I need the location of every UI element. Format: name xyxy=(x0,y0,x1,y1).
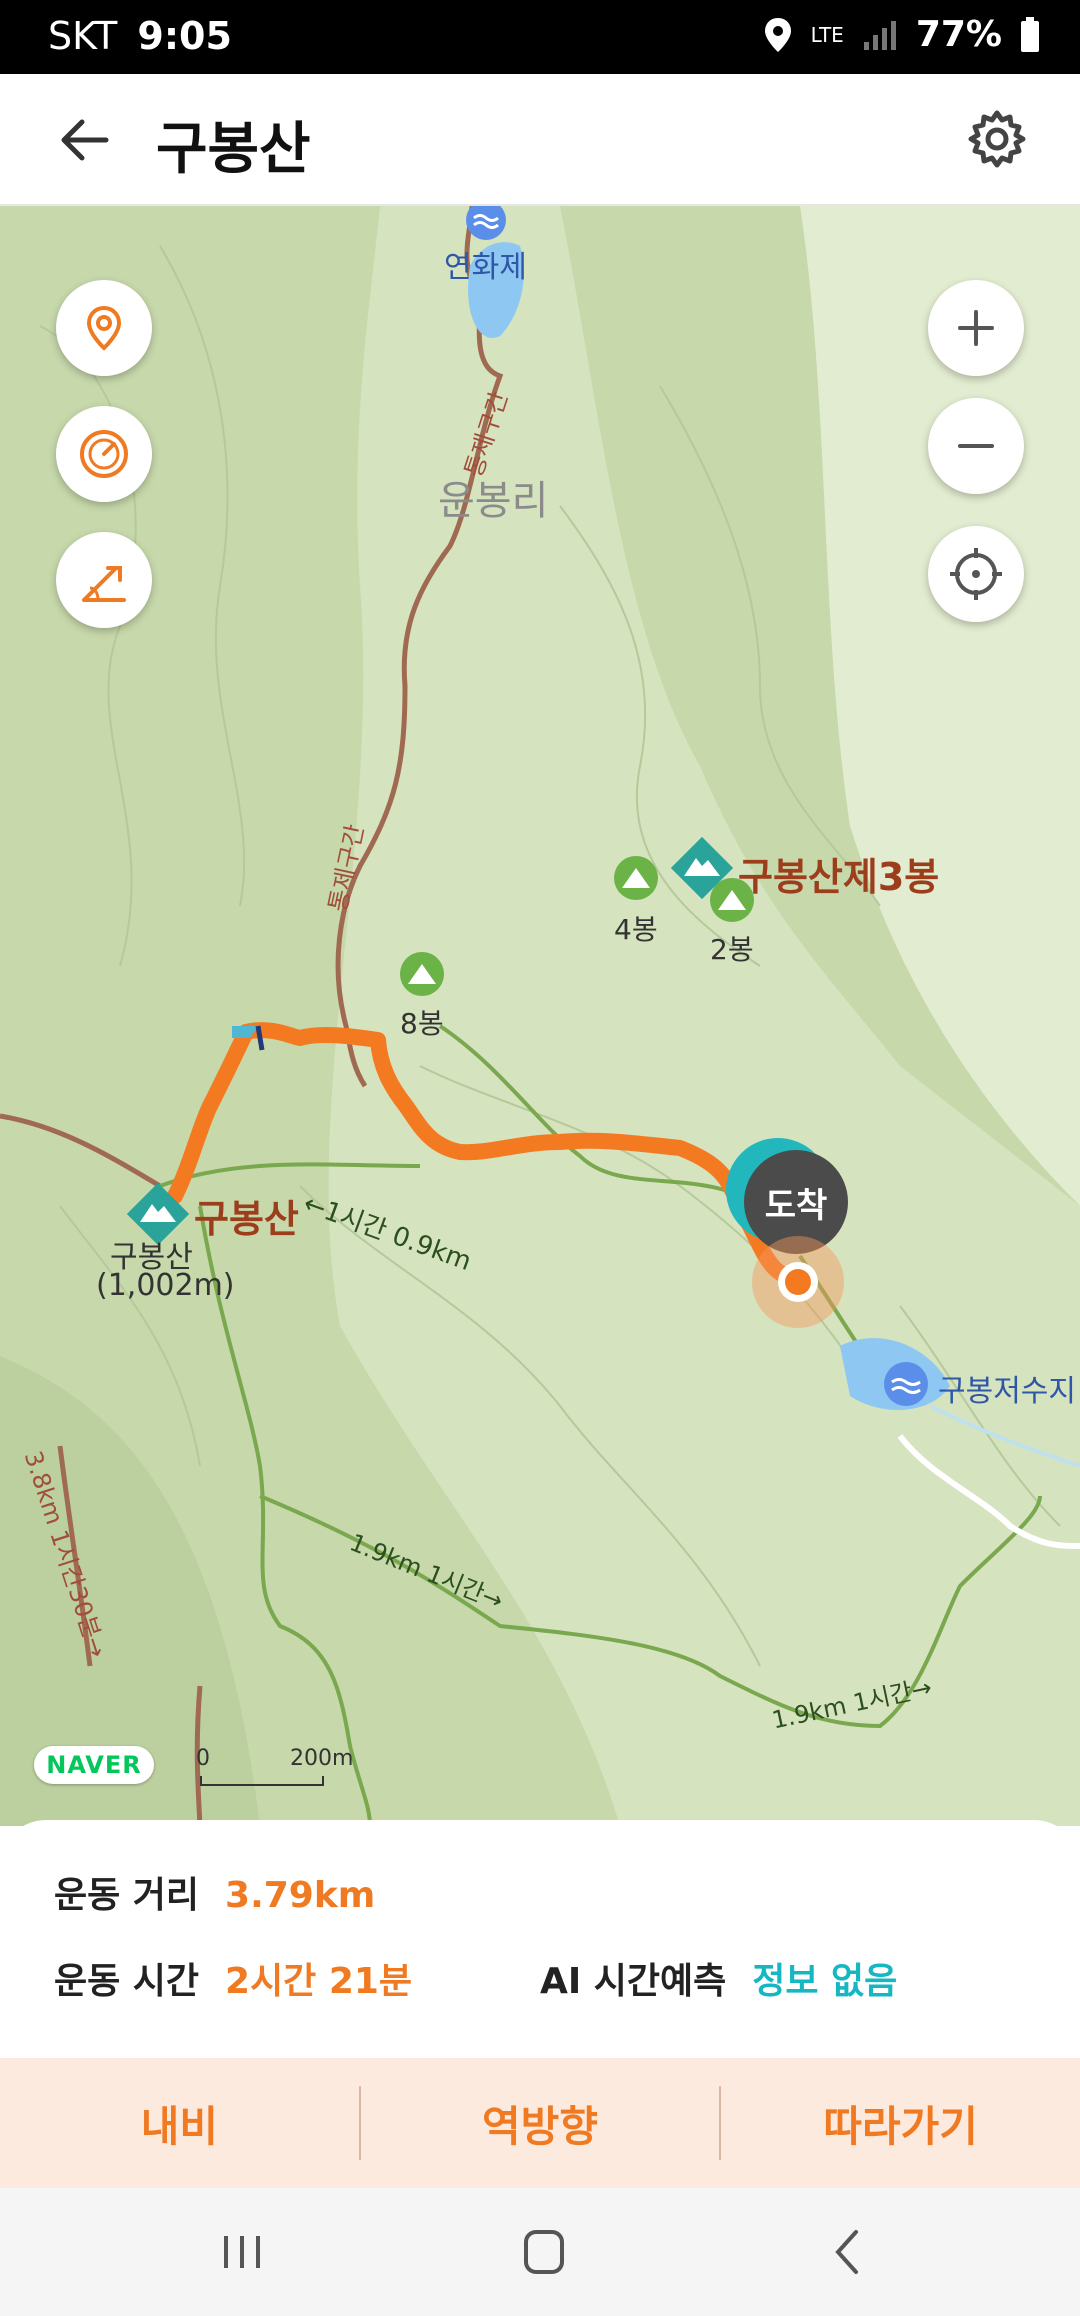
start-flag-icon xyxy=(232,1025,265,1051)
zoom-out-button[interactable] xyxy=(928,398,1024,494)
battery-icon xyxy=(1021,16,1039,52)
plus-icon xyxy=(958,310,994,346)
crosshair-icon xyxy=(950,548,1002,600)
page-title: 구봉산 xyxy=(156,117,311,182)
mountain-marker-icon[interactable] xyxy=(612,854,660,902)
gubongsan-label[interactable]: 구봉산 xyxy=(194,1188,299,1243)
ai-prediction-value: 정보 없음 xyxy=(752,1961,898,2002)
elevation-button[interactable] xyxy=(56,532,152,628)
peak-2-label: 2봉 xyxy=(710,933,754,966)
my-location-button[interactable] xyxy=(56,280,152,376)
app-bar: 구봉산 xyxy=(0,74,1080,206)
carrier-text: SKT xyxy=(48,14,118,58)
back-arrow-icon[interactable] xyxy=(56,112,112,168)
network-type: LTE xyxy=(810,22,844,47)
water-icon xyxy=(466,206,506,240)
map-scale: 0 200m xyxy=(196,1746,356,1786)
naver-logo: NAVER xyxy=(34,1746,154,1784)
slope-icon xyxy=(82,566,126,602)
ai-prediction-label: AI 시간예측 xyxy=(540,1961,727,2002)
peak-4-label: 4봉 xyxy=(614,913,658,946)
follow-button[interactable]: 따라가기 xyxy=(721,2058,1080,2188)
minus-icon xyxy=(958,444,994,448)
signal-icon xyxy=(863,20,896,50)
reverse-direction-button[interactable]: 역방향 xyxy=(361,2058,720,2188)
summit-marker-icon[interactable] xyxy=(668,834,736,902)
home-icon[interactable] xyxy=(514,2224,574,2280)
back-icon[interactable] xyxy=(818,2224,878,2280)
place-unbongri[interactable]: 운봉리 xyxy=(438,468,548,526)
place-yeonhwaje[interactable]: 연화제 xyxy=(444,242,527,286)
battery-percent: 77% xyxy=(915,14,1002,55)
speedometer-icon xyxy=(80,430,128,478)
clock-text: 9:05 xyxy=(137,14,232,58)
location-icon xyxy=(764,17,791,52)
peak-3-label[interactable]: 구봉산제3봉 xyxy=(738,846,939,901)
arrival-label: 도착 xyxy=(764,1185,828,1226)
recenter-button[interactable] xyxy=(928,526,1024,622)
status-bar: SKT 9:05 LTE 77% xyxy=(0,0,1080,74)
navi-button[interactable]: 내비 xyxy=(0,2058,359,2188)
zoom-in-button[interactable] xyxy=(928,280,1024,376)
current-position-marker xyxy=(752,1236,844,1328)
map-view[interactable]: 연화제 운봉리 통제구간 통제구간 4봉 2봉 구봉산제3봉 8봉 구봉산 구봉… xyxy=(0,206,1080,1826)
system-nav-bar xyxy=(0,2188,1080,2316)
distance-value: 3.79km xyxy=(225,1875,376,1916)
speedometer-button[interactable] xyxy=(56,406,152,502)
recent-apps-icon[interactable] xyxy=(212,2224,272,2280)
scale-zero: 0 xyxy=(196,1746,210,1771)
time-label: 운동 시간 xyxy=(54,1961,200,2002)
workout-stats-panel: 운동 거리 3.79km 운동 시간 2시간 21분 AI 시간예측 정보 없음 xyxy=(0,1820,1080,2060)
distance-label: 운동 거리 xyxy=(54,1875,200,1916)
peak-8-label: 8봉 xyxy=(400,1007,444,1040)
mountain-marker-icon[interactable] xyxy=(398,950,446,998)
place-reservoir[interactable]: 구봉저수지 xyxy=(938,1366,1076,1410)
settings-gear-icon[interactable] xyxy=(966,108,1028,170)
water-icon xyxy=(884,1362,928,1406)
time-value: 2시간 21분 xyxy=(225,1961,413,2002)
location-pin-icon xyxy=(86,305,122,351)
gubongsan-elevation: (1,002m) xyxy=(96,1268,235,1303)
action-bar: 내비 역방향 따라가기 xyxy=(0,2058,1080,2188)
map-terrain xyxy=(0,206,1080,1826)
scale-distance: 200m xyxy=(290,1746,354,1771)
